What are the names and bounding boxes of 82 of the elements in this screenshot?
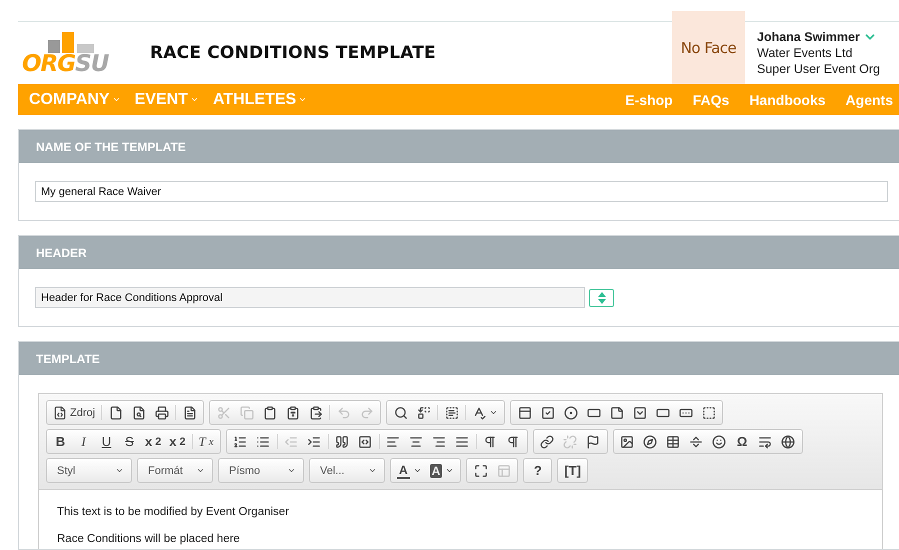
toolbar-dropdown[interactable]: Formát — [140, 460, 210, 481]
cut-icon — [216, 406, 231, 420]
avatar-label: No Face — [680, 38, 736, 56]
link-icon — [540, 434, 554, 448]
up-down-arrows-icon — [598, 292, 606, 304]
format-button[interactable]: U — [95, 431, 118, 452]
smiley-icon — [712, 434, 726, 448]
toolbar-dropdown[interactable]: Vel... — [312, 460, 382, 481]
align-justify-icon — [455, 434, 470, 448]
undo-icon — [336, 406, 351, 420]
rtl-icon — [506, 434, 520, 448]
caret-icon — [445, 466, 454, 475]
print-icon — [154, 406, 169, 420]
text-color-glyph: A — [397, 462, 410, 478]
caret-icon — [196, 466, 205, 475]
user-company: Water Events Ltd — [757, 45, 854, 61]
caret-icon — [112, 95, 121, 104]
section-header: HEADER — [19, 236, 899, 269]
select-field-icon — [632, 406, 647, 420]
logo-text: ORGSU — [22, 53, 108, 76]
paste-icon — [262, 406, 277, 420]
numbered-list-icon — [233, 434, 248, 448]
user-name: Johana Swimmer — [757, 29, 860, 45]
name-input[interactable]: My general Race Waiver — [35, 181, 888, 202]
iframe-icon — [781, 434, 796, 448]
ltr-icon — [483, 434, 498, 448]
preview-icon — [132, 406, 146, 420]
format-button[interactable]: ? — [526, 460, 550, 481]
align-center-icon — [409, 434, 424, 448]
caret-icon — [368, 466, 377, 475]
align-right-icon — [432, 434, 446, 448]
logo-icon — [48, 32, 94, 53]
div-icon — [358, 434, 372, 448]
spellcheck-icon — [472, 406, 486, 420]
image-icon — [620, 434, 634, 448]
form-icon — [518, 406, 532, 420]
indent-icon — [307, 434, 322, 448]
text-color-button[interactable]: A — [393, 460, 426, 481]
format-button[interactable]: B — [49, 431, 72, 452]
radio-icon — [564, 406, 578, 420]
caret-icon — [190, 95, 199, 104]
editor-paragraph: This text is to be modified by Event Organiser — [57, 506, 290, 518]
align-left-icon — [386, 434, 400, 448]
format-button[interactable]: [T] — [560, 460, 585, 481]
unlink-icon — [563, 434, 578, 448]
checkbox-icon — [540, 406, 555, 420]
anchor-flag-icon — [586, 434, 600, 448]
paste-text-icon — [286, 406, 300, 420]
section-header: TEMPLATE — [19, 342, 899, 375]
redo-icon — [360, 406, 374, 420]
templates-icon — [182, 406, 197, 420]
editor-paragraph: Race Conditions will be placed here — [57, 533, 241, 545]
user-role: Super User Event Org — [757, 61, 881, 77]
header-select-field[interactable]: Header for Race Conditions Approval — [35, 287, 585, 308]
format-button[interactable]: Ω — [730, 431, 754, 452]
section-header: NAME OF THE TEMPLATE — [19, 130, 899, 163]
caret-icon — [115, 466, 124, 475]
table-icon — [666, 434, 680, 448]
show-blocks-icon — [496, 464, 511, 478]
background-color-glyph: A — [430, 464, 442, 478]
horizontal-line-icon — [689, 434, 704, 448]
format-button[interactable]: S — [118, 431, 141, 452]
page-title: RACE CONDITIONS TEMPLATE — [150, 43, 437, 63]
background-color-button[interactable]: A — [426, 460, 458, 481]
format-button[interactable]: I — [72, 431, 95, 452]
toolbar-dropdown[interactable]: Styl — [49, 460, 129, 481]
caret-icon — [287, 466, 296, 475]
source-button[interactable]: Zdroj — [49, 402, 100, 423]
blockquote-icon — [335, 434, 350, 448]
caret-icon — [298, 95, 308, 104]
maximize-icon — [474, 464, 488, 478]
copy-icon — [240, 406, 254, 420]
select-all-icon — [444, 406, 459, 420]
search-icon — [394, 406, 408, 420]
outdent-icon — [284, 434, 298, 448]
source-icon — [53, 406, 67, 420]
caret-icon — [412, 466, 422, 475]
bulleted-list-icon — [256, 434, 270, 448]
paste-word-icon — [308, 406, 323, 420]
toolbar-dropdown[interactable]: Písmo — [221, 460, 301, 481]
caret-icon — [489, 408, 498, 417]
new-page-icon — [108, 406, 123, 420]
